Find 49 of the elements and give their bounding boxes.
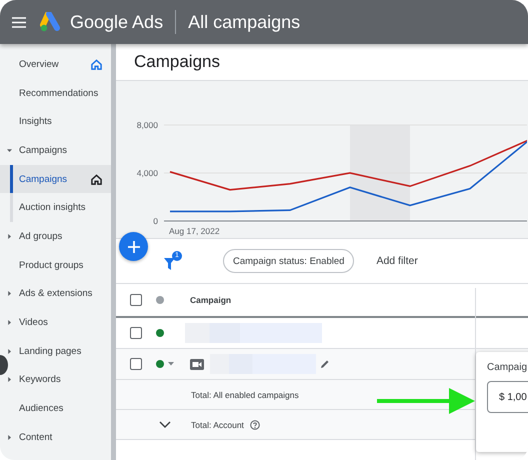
checkbox[interactable] (130, 358, 142, 370)
sidebar-item[interactable]: Insights (0, 107, 111, 136)
page-title: Campaigns (134, 52, 220, 72)
sidebar-item[interactable]: Campaigns (0, 136, 111, 165)
checkbox[interactable] (130, 294, 142, 306)
sidebar-item[interactable]: Keywords (0, 366, 111, 394)
video-icon (190, 358, 204, 370)
sidebar-item[interactable]: Ads & extensions (0, 280, 111, 308)
budget-field[interactable]: $ 1,00 (487, 381, 528, 413)
logo-icon (40, 12, 62, 32)
add-filter-button[interactable]: Add filter (370, 254, 424, 268)
start-date-label: Aug 17, 2022 (169, 226, 220, 236)
total-label: Total: Account (191, 420, 244, 430)
edit-icon[interactable] (320, 359, 330, 369)
menu-icon[interactable] (12, 16, 26, 28)
field-label: Campaig (487, 362, 528, 373)
chevron-down-icon[interactable] (159, 421, 171, 428)
caret-icon[interactable] (7, 434, 12, 440)
axis-label: 0 (153, 216, 158, 226)
sidebar-item[interactable]: Content (0, 422, 111, 452)
sidebar-item[interactable]: Ad groups (0, 222, 111, 251)
caret-icon[interactable] (7, 234, 12, 239)
sidebar-item[interactable]: Auction insights (0, 193, 111, 222)
axis-label: 4,000 (136, 168, 158, 178)
caret-icon[interactable] (7, 348, 12, 354)
caret-icon[interactable] (7, 291, 12, 296)
filter-icon[interactable] (164, 258, 175, 270)
sidebar-item[interactable]: Landing pages (0, 336, 111, 366)
axis-label: 8,000 (136, 120, 158, 130)
sidebar-item[interactable]: Audiences (0, 394, 111, 423)
plus-icon (126, 240, 140, 254)
column-header[interactable]: Campaign (190, 295, 232, 305)
total-label: Total: All enabled campaigns (191, 390, 299, 400)
caret-icon[interactable] (7, 377, 12, 382)
sidebar-item[interactable]: Recommendations (0, 78, 111, 108)
product-name: Google Ads (70, 12, 164, 32)
caret-icon[interactable] (7, 148, 12, 153)
checkbox[interactable] (130, 327, 142, 339)
sidebar-item[interactable]: Product groups (0, 250, 111, 280)
arrow-icon (377, 388, 475, 414)
caret-icon[interactable] (168, 362, 174, 366)
add-button[interactable] (119, 232, 148, 261)
sidebar-item[interactable]: Videos (0, 308, 111, 337)
filter-chip[interactable]: Campaign status: Enabled (223, 249, 354, 273)
page-heading: All campaigns (188, 12, 300, 32)
sidebar-item[interactable]: Overview (0, 50, 111, 79)
help-icon[interactable] (250, 420, 260, 430)
sidebar-item[interactable]: Campaigns (0, 164, 111, 194)
caret-icon[interactable] (7, 320, 12, 326)
